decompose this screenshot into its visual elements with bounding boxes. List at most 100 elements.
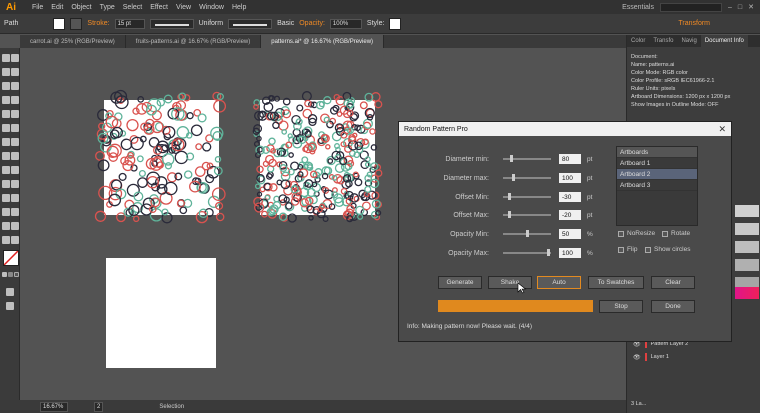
artboard-list-item[interactable]: Artboard 3 bbox=[617, 180, 697, 191]
menu-help[interactable]: Help bbox=[232, 4, 246, 11]
swatch-cell[interactable] bbox=[735, 241, 759, 253]
workspace-switcher[interactable]: Essentials bbox=[622, 4, 654, 11]
stop-button[interactable]: Stop bbox=[599, 300, 643, 313]
magic-wand-tool-icon[interactable] bbox=[2, 68, 10, 76]
menu-window[interactable]: Window bbox=[199, 4, 224, 11]
slice-tool-icon[interactable] bbox=[11, 222, 19, 230]
menu-edit[interactable]: Edit bbox=[51, 4, 63, 11]
artboard-list-item[interactable]: Artboard 1 bbox=[617, 158, 697, 169]
close-icon[interactable]: ✕ bbox=[748, 3, 754, 11]
fill-swatch[interactable] bbox=[53, 17, 66, 30]
param-slider[interactable] bbox=[503, 211, 551, 218]
param-slider[interactable] bbox=[503, 155, 551, 162]
eye-icon[interactable]: 👁 bbox=[633, 354, 641, 361]
artboard-tool-icon[interactable] bbox=[2, 222, 10, 230]
blob-brush-tool-icon[interactable] bbox=[2, 124, 10, 132]
perspective-grid-tool-icon[interactable] bbox=[11, 166, 19, 174]
mesh-tool-icon[interactable] bbox=[2, 180, 10, 188]
tab-patterns[interactable]: patterns.ai* @ 16.67% (RGB/Preview) bbox=[261, 35, 385, 48]
tab-document-info[interactable]: Document Info bbox=[700, 35, 748, 47]
free-transform-tool-icon[interactable] bbox=[11, 152, 19, 160]
menu-effect[interactable]: Effect bbox=[150, 4, 168, 11]
rectangle-tool-icon[interactable] bbox=[2, 110, 10, 118]
noresize-checkbox[interactable]: NoResize bbox=[618, 230, 655, 237]
slider-knob[interactable] bbox=[509, 155, 513, 162]
param-value-field[interactable]: 100 bbox=[559, 248, 581, 258]
lasso-tool-icon[interactable] bbox=[11, 68, 19, 76]
artboard-number-field[interactable]: 2 bbox=[94, 401, 104, 412]
stroke-weight-field[interactable]: 15 pt bbox=[114, 18, 145, 29]
menu-object[interactable]: Object bbox=[71, 4, 91, 11]
variable-width-profile[interactable] bbox=[149, 18, 194, 29]
slider-knob[interactable] bbox=[512, 174, 515, 181]
gradient-mode-icon[interactable] bbox=[8, 272, 13, 277]
screen-mode-icon[interactable] bbox=[6, 302, 14, 310]
symbol-sprayer-tool-icon[interactable] bbox=[2, 208, 10, 216]
slider-knob[interactable] bbox=[546, 249, 550, 256]
menu-file[interactable]: File bbox=[32, 4, 43, 11]
to-swatches-button[interactable]: To Swatches bbox=[588, 276, 644, 289]
swatch-cell[interactable] bbox=[735, 259, 759, 271]
tab-navigator[interactable]: Navig bbox=[677, 35, 700, 47]
slider-knob[interactable] bbox=[507, 193, 511, 200]
flip-checkbox[interactable]: Flip bbox=[618, 246, 637, 253]
line-tool-icon[interactable] bbox=[11, 96, 19, 104]
checkbox-box[interactable] bbox=[662, 230, 668, 237]
eraser-tool-icon[interactable] bbox=[11, 124, 19, 132]
swatch-cell[interactable] bbox=[735, 205, 759, 217]
opacity-label[interactable]: Opacity: bbox=[299, 20, 325, 27]
opacity-field[interactable]: 100% bbox=[329, 18, 362, 29]
param-value-field[interactable]: -20 bbox=[559, 210, 581, 220]
param-slider[interactable] bbox=[503, 174, 551, 181]
swatch-cell[interactable] bbox=[735, 287, 759, 299]
menu-view[interactable]: View bbox=[176, 4, 191, 11]
stroke-swatch[interactable] bbox=[70, 17, 83, 30]
graphic-style-swatch[interactable] bbox=[389, 17, 402, 30]
brush-definition[interactable] bbox=[228, 18, 273, 29]
close-icon[interactable]: ✕ bbox=[718, 124, 726, 135]
layer-row[interactable]: 👁 Layer 1 bbox=[633, 352, 759, 362]
color-mode-icon[interactable] bbox=[2, 272, 7, 277]
param-slider[interactable] bbox=[503, 230, 551, 237]
selection-tool-icon[interactable] bbox=[2, 54, 10, 62]
curvature-tool-icon[interactable] bbox=[11, 82, 19, 90]
width-tool-icon[interactable] bbox=[2, 152, 10, 160]
auto-button[interactable]: Auto bbox=[537, 276, 581, 289]
scale-tool-icon[interactable] bbox=[11, 138, 19, 146]
artboard-list-item[interactable]: Artboard 2 bbox=[617, 169, 697, 180]
draw-mode-icon[interactable] bbox=[6, 288, 14, 296]
eyedropper-tool-icon[interactable] bbox=[2, 194, 10, 202]
param-slider[interactable] bbox=[503, 193, 551, 200]
generate-button[interactable]: Generate bbox=[438, 276, 482, 289]
tab-carrot[interactable]: carrot.ai @ 25% (RGB/Preview) bbox=[20, 35, 126, 48]
menu-select[interactable]: Select bbox=[123, 4, 142, 11]
param-value-field[interactable]: -30 bbox=[559, 192, 581, 202]
direct-selection-tool-icon[interactable] bbox=[11, 54, 19, 62]
layer-name[interactable]: Layer 1 bbox=[651, 354, 669, 360]
shape-builder-tool-icon[interactable] bbox=[2, 166, 10, 174]
swatch-cell[interactable] bbox=[735, 223, 759, 235]
rotate-tool-icon[interactable] bbox=[2, 138, 10, 146]
show-circles-checkbox[interactable]: Show circles bbox=[645, 246, 690, 253]
slider-knob[interactable] bbox=[508, 211, 512, 218]
tab-transform[interactable]: Transfo bbox=[649, 35, 677, 47]
minimize-icon[interactable]: – bbox=[728, 4, 732, 11]
transform-link[interactable]: Transform bbox=[678, 20, 710, 27]
type-tool-icon[interactable] bbox=[2, 96, 10, 104]
param-value-field[interactable]: 50 bbox=[559, 229, 581, 239]
artboards-list[interactable]: Artboards Artboard 1 Artboard 2 Artboard… bbox=[616, 146, 698, 226]
blend-tool-icon[interactable] bbox=[11, 194, 19, 202]
param-slider[interactable] bbox=[503, 249, 551, 256]
clear-button[interactable]: Clear bbox=[651, 276, 695, 289]
hand-tool-icon[interactable] bbox=[2, 236, 10, 244]
none-mode-icon[interactable] bbox=[14, 272, 19, 277]
checkbox-box[interactable] bbox=[645, 246, 651, 253]
fill-stroke-icon[interactable] bbox=[3, 250, 19, 266]
checkbox-box[interactable] bbox=[618, 230, 624, 237]
slider-knob[interactable] bbox=[525, 230, 529, 237]
param-value-field[interactable]: 80 bbox=[559, 154, 581, 164]
stroke-label[interactable]: Stroke: bbox=[87, 20, 109, 27]
done-button[interactable]: Done bbox=[651, 300, 695, 313]
search-input[interactable] bbox=[659, 2, 722, 12]
maximize-icon[interactable]: □ bbox=[738, 4, 742, 11]
